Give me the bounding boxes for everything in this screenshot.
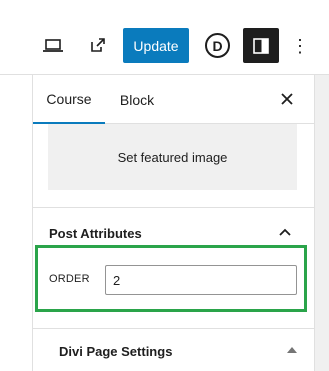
chevron-up-icon[interactable] — [276, 224, 294, 242]
view-post-button[interactable] — [86, 33, 110, 57]
editor-window: Update D ⋮ Course Block Set featured ima… — [0, 0, 329, 371]
order-label: ORDER — [49, 273, 90, 285]
more-options-button[interactable]: ⋮ — [291, 33, 309, 59]
post-attributes-title: Post Attributes — [49, 226, 142, 241]
external-link-icon — [91, 38, 105, 52]
scroll-gutter — [315, 75, 329, 371]
laptop-icon — [43, 39, 63, 52]
top-toolbar: Update D ⋮ — [0, 0, 329, 75]
divi-builder-button[interactable]: D — [205, 33, 230, 58]
desktop-preview-button[interactable] — [40, 33, 66, 59]
divi-page-settings-title: Divi Page Settings — [59, 344, 173, 359]
more-vertical-icon: ⋮ — [291, 36, 309, 56]
close-sidebar-button[interactable] — [277, 89, 297, 109]
divi-page-settings-header[interactable]: Divi Page Settings — [33, 329, 314, 371]
settings-toggle-button[interactable] — [243, 28, 279, 63]
tab-course[interactable]: Course — [33, 75, 105, 124]
set-featured-image-button[interactable]: Set featured image — [48, 124, 297, 190]
close-icon — [281, 93, 293, 105]
sidebar-tabs: Course Block — [33, 75, 314, 124]
tab-block[interactable]: Block — [105, 75, 169, 124]
caret-up-icon[interactable] — [287, 347, 297, 353]
order-input[interactable]: 2 — [105, 265, 297, 295]
sidebar-panel-icon — [253, 37, 269, 54]
settings-sidebar: Course Block Set featured image Post Att… — [32, 75, 315, 371]
update-button[interactable]: Update — [123, 28, 189, 63]
